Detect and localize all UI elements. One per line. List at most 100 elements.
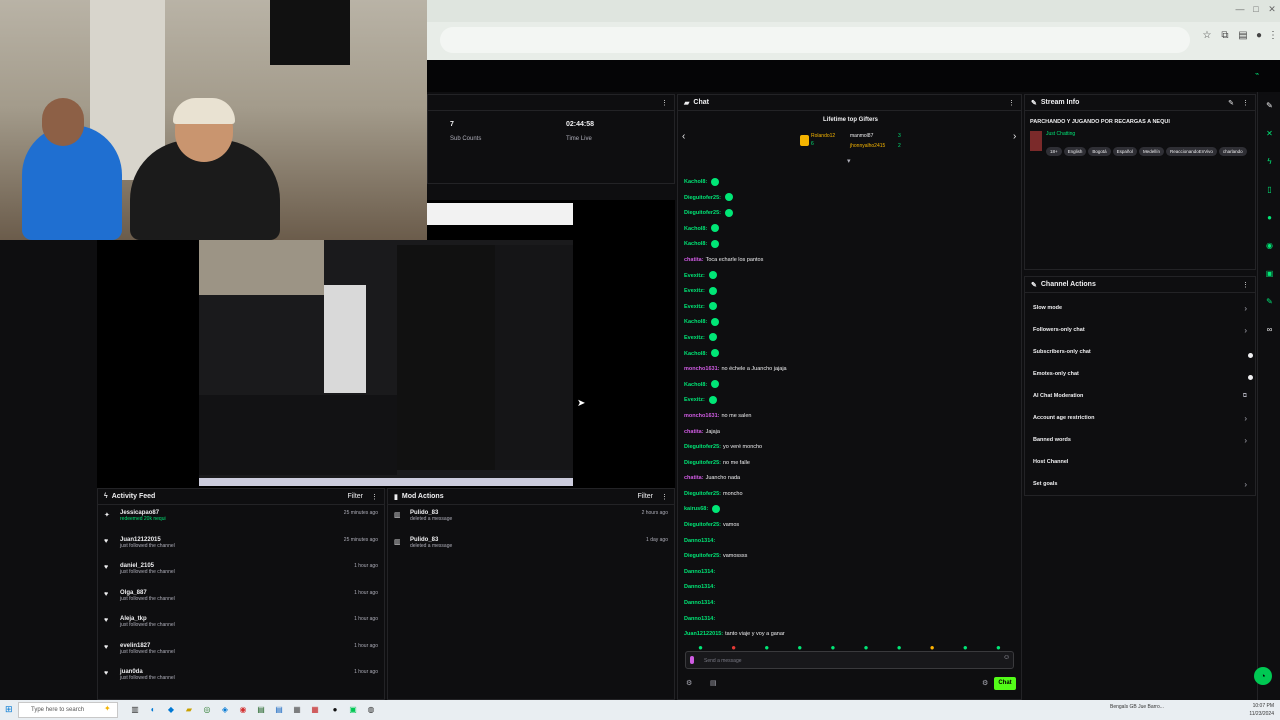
chat-username[interactable]: Kachol8: [684, 382, 707, 388]
chat-username[interactable]: Juan12122015: [684, 631, 723, 637]
channel-action-row[interactable]: Slow mode › [1025, 297, 1255, 319]
mod-action-row[interactable]: ▥ Pulido_83 deleted a message 2 hours ago [388, 507, 674, 534]
chat-username[interactable]: Dieguitofer25: [684, 444, 721, 450]
chat-message[interactable]: Evexitz: [678, 331, 1021, 347]
feed-row[interactable]: ✦ Jessicapao87 redeemed 20k nequi 25 minute… [98, 507, 384, 534]
chat-message[interactable]: Dieguitofer25: vamos [678, 518, 1021, 534]
stream-tag[interactable]: ReaccionandoEnVivo [1165, 147, 1217, 156]
address-bar[interactable] [440, 27, 1190, 53]
chat-username[interactable]: chatita: [684, 475, 704, 481]
chat-send-button[interactable]: Chat [994, 677, 1016, 690]
chat-settings-icon[interactable]: ⚙ [686, 679, 692, 687]
taskbar-tray-text[interactable]: Bengals GB Jue Barro... [1110, 704, 1164, 710]
stream-tag[interactable]: 18+ [1046, 147, 1062, 156]
chat-username[interactable]: Dieguitofer25: [684, 553, 721, 559]
chat-username[interactable]: Evexitz: [684, 304, 705, 310]
chat-message[interactable]: chatita: Jajaja [678, 425, 1021, 441]
stream-tag[interactable]: Español [1112, 147, 1137, 156]
chat-message[interactable]: Kachol8: [678, 175, 1021, 191]
channel-action-row[interactable]: AI Chat Moderation ⧉ [1025, 385, 1255, 407]
chevron-right-icon[interactable]: › [1244, 436, 1247, 445]
edit-stream-icon[interactable]: ✎ [1228, 99, 1234, 107]
chat-message[interactable]: Juan12122015: tanto viaje y voy a ganar [678, 627, 1021, 643]
mod-filter-button[interactable]: Filter [637, 493, 653, 500]
external-link-icon[interactable]: ⧉ [1243, 393, 1247, 400]
chat-username[interactable]: kairus68: [684, 506, 708, 512]
chat-message[interactable]: Dieguitofer25: [678, 206, 1021, 222]
chat-username[interactable]: Dieguitofer25: [684, 210, 721, 216]
activity-filter-button[interactable]: Filter [347, 493, 363, 500]
file-explorer-icon[interactable]: ▰ [184, 704, 194, 716]
chat-message[interactable]: Dieguitofer25: vamossss [678, 549, 1021, 565]
chat-message[interactable]: Danno1314: [678, 565, 1021, 581]
chat-message[interactable]: chatita: Toca echarle los pantos [678, 253, 1021, 269]
store-icon[interactable]: ◆ [166, 704, 176, 716]
chat-username[interactable]: Danno1314: [684, 538, 715, 544]
chat-message[interactable]: Dieguitofer25: yo veré moncho [678, 440, 1021, 456]
chevron-right-icon[interactable]: › [1244, 304, 1247, 313]
app-icon[interactable]: ▦ [310, 704, 320, 716]
chat-message[interactable]: Dieguitofer25: [678, 191, 1021, 207]
rail-save-icon[interactable]: ▣ [1258, 260, 1280, 288]
chevron-right-icon[interactable]: › [1244, 414, 1247, 423]
chat-username[interactable]: Dieguitofer25: [684, 195, 721, 201]
category-name[interactable]: Just Chatting [1046, 131, 1249, 137]
stats-menu-icon[interactable]: ⋮ [661, 99, 668, 107]
rail-link-icon[interactable]: ∞ [1258, 316, 1280, 344]
chat-username[interactable]: Kachol8: [684, 351, 707, 357]
chat-message[interactable]: moncho1631: no me salen [678, 409, 1021, 425]
chat-username[interactable]: Danno1314: [684, 569, 715, 575]
activity-menu-icon[interactable]: ⋮ [371, 493, 378, 501]
chat-message[interactable]: Danno1314: [678, 596, 1021, 612]
channel-action-row[interactable]: Banned words › [1025, 429, 1255, 451]
app-icon[interactable]: ◎ [202, 704, 212, 716]
stream-tag[interactable]: Bogotá [1088, 147, 1111, 156]
channel-action-row[interactable]: Subscribers-only chat [1025, 341, 1255, 363]
chat-message[interactable]: Kachol8: [678, 315, 1021, 331]
obs-icon[interactable]: ● [330, 704, 340, 716]
browser-menu-icon[interactable]: ⋮ [1266, 29, 1280, 43]
chat-users-icon[interactable]: ▤ [710, 679, 717, 687]
extension-icon[interactable]: ⧉ [1218, 29, 1232, 43]
chat-message[interactable]: Dieguitofer25: no me falle [678, 456, 1021, 472]
profile-icon[interactable]: ● [1252, 29, 1266, 43]
app-icon[interactable]: ◈ [220, 704, 230, 716]
chat-username[interactable]: Danno1314: [684, 616, 715, 622]
chevron-right-icon[interactable]: › [1244, 480, 1247, 489]
excel-icon[interactable]: ▤ [256, 704, 266, 716]
chat-username[interactable]: Kachol8: [684, 319, 707, 325]
rail-phone-icon[interactable]: ▯ [1258, 176, 1280, 204]
chat-username[interactable]: Kachol8: [684, 241, 707, 247]
chat-message[interactable]: Kachol8: [678, 222, 1021, 238]
channel-actions-menu-icon[interactable]: ⋮ [1242, 281, 1249, 289]
edge-icon[interactable]: ◐ [148, 704, 158, 716]
chat-username[interactable]: Danno1314: [684, 584, 715, 590]
channel-action-row[interactable]: Set goals › [1025, 473, 1255, 495]
chevron-right-icon[interactable]: › [1244, 326, 1247, 335]
feed-row[interactable]: ♥ daniel_2105 just followed the channel 1 h… [98, 560, 384, 587]
rail-edit-icon[interactable]: ✎ [1258, 92, 1280, 120]
bookmark-star-icon[interactable]: ☆ [1200, 29, 1214, 43]
chat-username[interactable]: Evexitz: [684, 288, 705, 294]
chat-username[interactable]: Dieguitofer25: [684, 460, 721, 466]
chat-username[interactable]: Evexitz: [684, 397, 705, 403]
rail-tools-icon[interactable]: ✎ [1258, 288, 1280, 316]
chat-username[interactable]: chatita: [684, 257, 704, 263]
minimize-icon[interactable]: — [1234, 4, 1246, 14]
chat-message[interactable]: moncho1631: no échele a Juancho jajaja [678, 362, 1021, 378]
chat-username[interactable]: Dieguitofer25: [684, 491, 721, 497]
channel-action-row[interactable]: Emotes-only chat [1025, 363, 1255, 385]
chat-username[interactable]: moncho1631: [684, 413, 719, 419]
rail-record-icon[interactable]: ● [1258, 204, 1280, 232]
feed-row[interactable]: ♥ juan0da just followed the channel 1 hour … [98, 666, 384, 693]
chat-message[interactable]: Kachol8: [678, 237, 1021, 253]
chat-username[interactable]: moncho1631: [684, 366, 719, 372]
chat-username[interactable]: Danno1314: [684, 600, 715, 606]
task-view-icon[interactable]: ▥ [130, 704, 140, 716]
taskbar-search-input[interactable]: Type here to search [18, 702, 118, 718]
chat-message[interactable]: Danno1314: [678, 534, 1021, 550]
word-icon[interactable]: ▤ [274, 704, 284, 716]
feed-row[interactable]: ♥ evelin1827 just followed the channel 1 ho… [98, 640, 384, 667]
windows-start-icon[interactable]: ⊞ [5, 704, 13, 715]
rail-bolt-icon[interactable]: ϟ [1258, 148, 1280, 176]
